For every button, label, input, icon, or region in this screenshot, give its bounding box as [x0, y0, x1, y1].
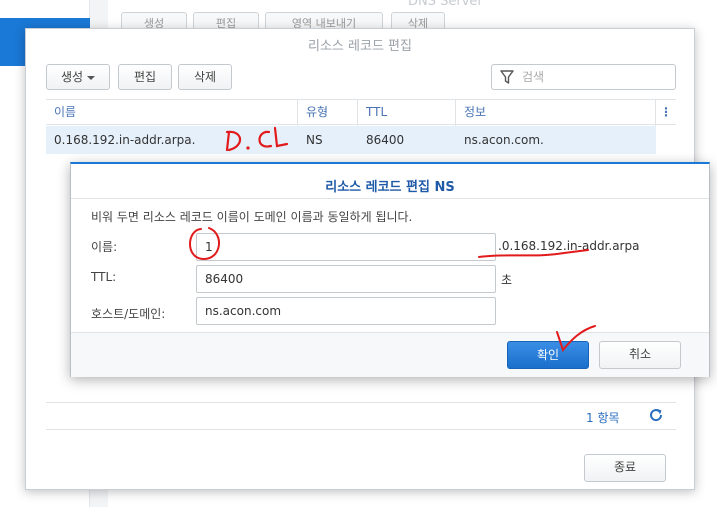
- filter-icon: [500, 70, 514, 84]
- delete-button[interactable]: 삭제: [178, 64, 232, 90]
- name-label: 이름:: [91, 240, 118, 254]
- ok-button[interactable]: 확인: [507, 341, 589, 369]
- cancel-button[interactable]: 취소: [599, 341, 681, 369]
- dialog-title: 리소스 레코드 편집 NS: [325, 180, 455, 195]
- cell-info: ns.acon.com.: [464, 133, 544, 147]
- background-title: DNS Server: [408, 0, 483, 9]
- list-footer-divider-bottom: [46, 429, 676, 430]
- window-title: 리소스 레코드 편집: [308, 39, 412, 54]
- close-button[interactable]: 종료: [584, 454, 666, 482]
- ttl-input[interactable]: [196, 265, 496, 293]
- table-row[interactable]: 0.168.192.in-addr.arpa. NS 86400 ns.acon…: [46, 126, 656, 154]
- column-header-type[interactable]: 유형: [298, 100, 358, 126]
- handwritten-annotation: [225, 126, 289, 152]
- column-header-name[interactable]: 이름: [46, 100, 298, 126]
- chevron-down-icon: [87, 75, 96, 80]
- host-domain-input[interactable]: [196, 297, 496, 325]
- search-box[interactable]: [491, 64, 676, 90]
- create-dropdown-button[interactable]: 생성: [46, 64, 110, 90]
- dialog-description: 비워 두면 리소스 레코드 이름이 도메인 이름과 동일하게 됩니다.: [91, 210, 413, 224]
- edit-ns-record-dialog: 리소스 레코드 편집 NS 비워 두면 리소스 레코드 이름이 도메인 이름과 …: [70, 162, 710, 377]
- edit-button[interactable]: 편집: [118, 64, 172, 90]
- name-suffix: .0.168.192.in-addr.arpa: [498, 239, 640, 253]
- item-count: 1 항목: [586, 411, 620, 425]
- refresh-icon[interactable]: [648, 407, 664, 423]
- create-button-label: 생성: [60, 70, 84, 84]
- cell-name: 0.168.192.in-addr.arpa.: [54, 133, 196, 147]
- ttl-unit: 초: [501, 273, 513, 287]
- cell-type: NS: [306, 133, 323, 147]
- list-footer-divider: [46, 402, 676, 403]
- ttl-label: TTL:: [91, 270, 117, 284]
- search-input[interactable]: [520, 69, 660, 85]
- table-header: 이름 유형 TTL 정보 ⋮: [46, 99, 676, 126]
- host-domain-label: 호스트/도메인:: [91, 307, 166, 321]
- column-menu-icon[interactable]: ⋮: [656, 100, 676, 126]
- column-header-ttl[interactable]: TTL: [358, 100, 456, 126]
- dialog-title-divider: [71, 198, 709, 199]
- cell-ttl: 86400: [366, 133, 405, 147]
- column-header-info[interactable]: 정보: [456, 100, 656, 126]
- name-input[interactable]: [196, 233, 496, 261]
